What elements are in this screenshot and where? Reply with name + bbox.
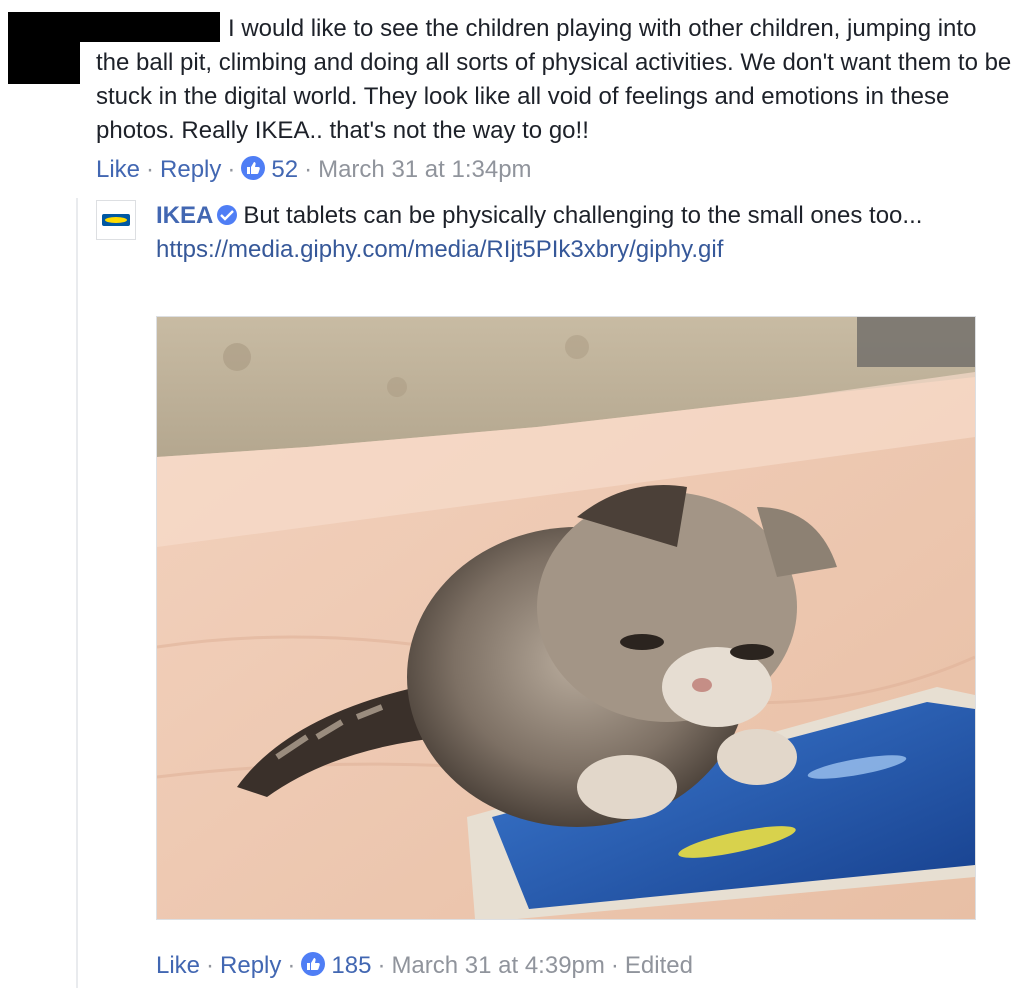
separator: · [227,156,236,183]
reply-like-link[interactable]: Like [156,952,200,979]
reply-link[interactable]: https://media.giphy.com/media/RIjt5PIk3x… [156,233,996,267]
kitten-tablet-illustration [157,317,975,919]
separator: · [377,952,386,979]
separator: · [304,156,313,183]
reply-actions: Like · Reply · 185 · March 31 at 4:39pm · Edited [156,951,693,981]
reply-body: IKEA But tablets can be physically challe… [156,199,996,267]
separator: · [146,156,155,183]
comment-reaction-count[interactable]: 52 [271,156,298,183]
verified-badge-icon [217,205,238,225]
comment-actions: Like · Reply · 52 · March 31 at 1:34pm [96,155,532,185]
separator: · [610,952,619,979]
ikea-avatar[interactable] [96,200,136,240]
reply-author[interactable]: IKEA [156,202,213,229]
edited-label[interactable]: Edited [625,952,693,979]
reply-thread-line [76,198,78,988]
reply-reply-link[interactable]: Reply [220,952,281,979]
reply-reaction-count[interactable]: 185 [331,952,371,979]
comment-reply-link[interactable]: Reply [160,156,221,183]
comment-text: I would like to see the children playing… [96,15,1012,144]
separator: · [206,952,215,979]
like-icon[interactable] [301,952,326,976]
reply-gif-image[interactable] [156,316,976,920]
comment-body: I would like to see the children playing… [96,12,1016,148]
reply-timestamp[interactable]: March 31 at 4:39pm [391,952,604,979]
like-icon[interactable] [241,156,266,180]
comment-like-link[interactable]: Like [96,156,140,183]
comment-timestamp[interactable]: March 31 at 1:34pm [318,156,531,183]
reply-text: But tablets can be physically challengin… [243,202,923,229]
ikea-logo-icon [102,214,130,226]
separator: · [287,952,296,979]
